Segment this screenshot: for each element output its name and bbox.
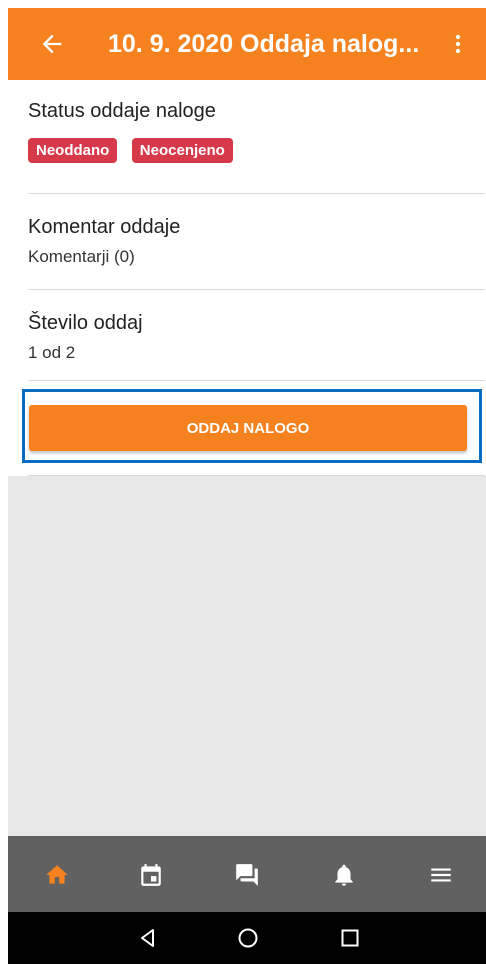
- divider: [28, 193, 485, 194]
- content-background: [8, 476, 486, 836]
- app-bar: 10. 9. 2020 Oddaja nalog...: [8, 8, 486, 80]
- bell-icon[interactable]: [331, 862, 357, 888]
- calendar-icon[interactable]: [138, 862, 164, 888]
- submission-count-value: 1 od 2: [28, 343, 76, 362]
- recents-square-icon[interactable]: [338, 926, 362, 950]
- bottom-navigation: [8, 836, 486, 912]
- home-icon[interactable]: [44, 862, 70, 888]
- comment-label: Komentar oddaje: [28, 216, 181, 238]
- divider: [28, 289, 485, 290]
- status-badge-submission: Neoddano: [28, 138, 118, 163]
- status-section: Status oddaje naloge Neoddano Neocenjeno: [28, 100, 458, 163]
- comment-value[interactable]: Komentarji (0): [28, 247, 458, 267]
- page-title: 10. 9. 2020 Oddaja nalog...: [108, 30, 420, 58]
- submission-count-section: Število oddaj 1 od 2: [28, 312, 458, 363]
- back-arrow-icon[interactable]: [38, 30, 66, 58]
- divider: [28, 380, 485, 381]
- submission-count-label: Število oddaj: [28, 312, 143, 334]
- home-circle-icon[interactable]: [236, 926, 260, 950]
- more-vert-icon[interactable]: [446, 30, 470, 58]
- status-badges: Neoddano Neocenjeno: [28, 138, 458, 163]
- back-triangle-icon[interactable]: [136, 926, 160, 950]
- comment-section[interactable]: Komentar oddaje Komentarji (0): [28, 216, 458, 267]
- system-navigation-bar: [8, 912, 486, 964]
- status-label: Status oddaje naloge: [28, 100, 216, 122]
- status-badge-grading: Neocenjeno: [131, 138, 233, 163]
- menu-icon[interactable]: [428, 862, 454, 888]
- submit-assignment-button[interactable]: ODDAJ NALOGO: [29, 405, 467, 451]
- chat-icon[interactable]: [234, 862, 260, 888]
